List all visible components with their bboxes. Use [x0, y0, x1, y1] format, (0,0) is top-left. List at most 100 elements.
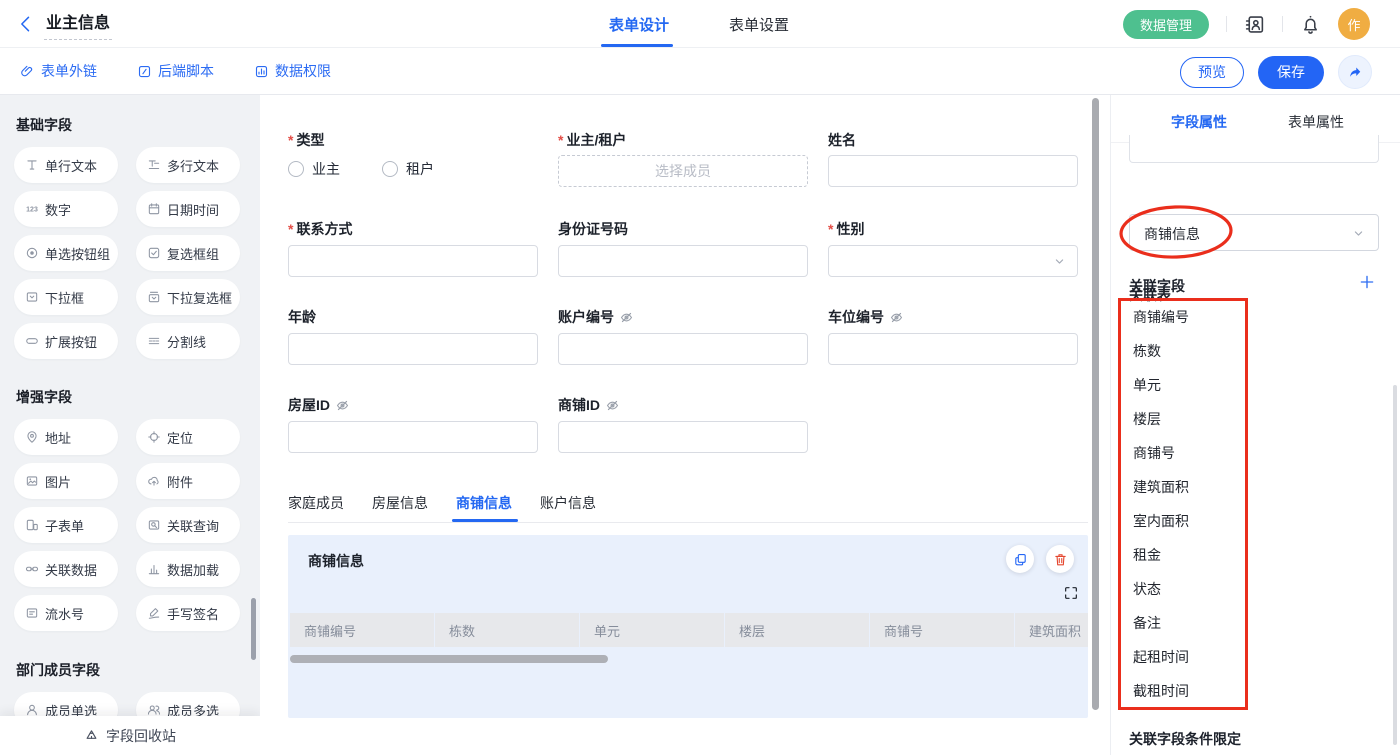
- linkdata-icon: [25, 562, 39, 576]
- related-field-item[interactable]: 栋数: [1133, 341, 1161, 361]
- palette-item-location[interactable]: 定位: [136, 419, 240, 455]
- save-button[interactable]: 保存: [1258, 56, 1324, 89]
- palette-item-multi-dropdown[interactable]: 下拉复选框: [136, 279, 240, 315]
- users-icon: [147, 703, 161, 717]
- field-shop-id[interactable]: 商铺ID: [558, 396, 808, 414]
- recycle-icon: [84, 728, 99, 743]
- related-field-item[interactable]: 备注: [1133, 613, 1161, 633]
- radio-dot: [288, 161, 304, 177]
- subform-horizontal-scrollbar[interactable]: [290, 655, 608, 663]
- related-field-item[interactable]: 楼层: [1133, 409, 1161, 429]
- properties-scrollbar[interactable]: [1393, 385, 1397, 745]
- field-age[interactable]: 年龄: [288, 308, 538, 326]
- back-icon[interactable]: [16, 14, 36, 34]
- related-field-item[interactable]: 租金: [1133, 545, 1161, 565]
- field-owner-tenant[interactable]: *业主/租户: [558, 131, 808, 149]
- section-title-enhanced-fields: 增强字段: [16, 387, 246, 407]
- scrolled-input-partial[interactable]: [1129, 135, 1379, 163]
- palette-item-address[interactable]: 地址: [14, 419, 118, 455]
- parking-no-input[interactable]: [828, 333, 1078, 365]
- field-gender[interactable]: *性别: [828, 220, 1078, 238]
- palette-item-data-load[interactable]: 数据加载: [136, 551, 240, 587]
- palette-item-number[interactable]: 数字: [14, 191, 118, 227]
- contact-book-icon[interactable]: [1244, 14, 1265, 35]
- palette-item-serial-number[interactable]: 流水号: [14, 595, 118, 631]
- radio-owner[interactable]: 业主: [288, 159, 340, 179]
- tab-form-design[interactable]: 表单设计: [609, 14, 669, 35]
- canvas-scrollbar[interactable]: [1092, 98, 1099, 710]
- palette-item-signature[interactable]: 手写签名: [136, 595, 240, 631]
- field-id-number[interactable]: 身份证号码: [558, 220, 808, 238]
- related-field-item[interactable]: 商铺号: [1133, 443, 1175, 463]
- avatar[interactable]: 作: [1338, 8, 1370, 40]
- age-input[interactable]: [288, 333, 538, 365]
- field-name[interactable]: 姓名: [828, 131, 1078, 149]
- account-no-input[interactable]: [558, 333, 808, 365]
- palette-item-extend-button[interactable]: 扩展按钮: [14, 323, 118, 359]
- field-account-no[interactable]: 账户编号: [558, 308, 808, 326]
- detail-tab-shop[interactable]: 商铺信息: [456, 493, 512, 513]
- palette-item-single-line-text[interactable]: 单行文本: [14, 147, 118, 183]
- house-id-input[interactable]: [288, 421, 538, 453]
- related-field-item[interactable]: 截租时间: [1133, 681, 1189, 701]
- backend-script-button[interactable]: 后端脚本: [137, 61, 214, 81]
- field-recycle-bin[interactable]: 字段回收站: [0, 716, 260, 755]
- page-title[interactable]: 业主信息: [44, 7, 112, 40]
- form-external-link-button[interactable]: 表单外链: [20, 61, 97, 81]
- column-header: 商铺号: [870, 613, 1014, 647]
- target-icon: [147, 430, 161, 444]
- detail-tab-family[interactable]: 家庭成员: [288, 493, 344, 513]
- radio-tenant[interactable]: 租户: [382, 159, 434, 179]
- shop-id-input[interactable]: [558, 421, 808, 453]
- expand-icon[interactable]: [1063, 585, 1079, 601]
- delete-subform-button[interactable]: [1046, 545, 1074, 573]
- palette-item-subform[interactable]: 子表单: [14, 507, 118, 543]
- preview-button[interactable]: 预览: [1180, 57, 1244, 88]
- form-designer-app: 业主信息 表单设计 表单设置 数据管理 作 表单外链 后端脚本 数据权限 预览 …: [0, 0, 1400, 755]
- field-parking-no[interactable]: 车位编号: [828, 308, 1078, 326]
- related-fields-label: 关联字段: [1129, 276, 1185, 296]
- member-picker[interactable]: 选择成员: [558, 155, 808, 187]
- related-field-item[interactable]: 室内面积: [1133, 511, 1189, 531]
- palette-item-dropdown[interactable]: 下拉框: [14, 279, 118, 315]
- related-field-item[interactable]: 起租时间: [1133, 647, 1189, 667]
- related-field-item[interactable]: 单元: [1133, 375, 1161, 395]
- palette-item-datetime[interactable]: 日期时间: [136, 191, 240, 227]
- tab-field-properties[interactable]: 字段属性: [1171, 112, 1227, 132]
- field-contact[interactable]: *联系方式: [288, 220, 538, 238]
- related-field-item[interactable]: 状态: [1133, 579, 1161, 599]
- name-input[interactable]: [828, 155, 1078, 187]
- palette-item-related-query[interactable]: 关联查询: [136, 507, 240, 543]
- eye-off-icon: [619, 310, 634, 325]
- add-related-field-icon[interactable]: [1358, 273, 1376, 291]
- divider-icon: [147, 334, 161, 348]
- id-number-input[interactable]: [558, 245, 808, 277]
- palette-item-image[interactable]: 图片: [14, 463, 118, 499]
- data-manage-button[interactable]: 数据管理: [1123, 10, 1209, 39]
- bell-icon[interactable]: [1300, 14, 1321, 35]
- palette-item-radio-group[interactable]: 单选按钮组: [14, 235, 118, 271]
- gender-select[interactable]: [828, 245, 1078, 277]
- copy-subform-button[interactable]: [1006, 545, 1034, 573]
- contact-input[interactable]: [288, 245, 538, 277]
- palette-item-multi-line-text[interactable]: 多行文本: [136, 147, 240, 183]
- related-field-item[interactable]: 建筑面积: [1133, 477, 1189, 497]
- related-table-select[interactable]: 商铺信息: [1129, 214, 1379, 251]
- subform-panel-shop-info[interactable]: 商铺信息 商铺编号 栋数 单元 楼层 商铺号 建筑面积: [288, 535, 1088, 718]
- data-permission-button[interactable]: 数据权限: [254, 61, 331, 81]
- column-header: 楼层: [725, 613, 869, 647]
- sidebar-scrollbar[interactable]: [251, 598, 256, 660]
- tab-form-properties[interactable]: 表单属性: [1288, 112, 1344, 132]
- tab-form-settings[interactable]: 表单设置: [729, 14, 789, 35]
- field-type[interactable]: *类型: [288, 131, 538, 149]
- share-button[interactable]: [1338, 55, 1372, 89]
- detail-tab-house[interactable]: 房屋信息: [372, 493, 428, 513]
- field-house-id[interactable]: 房屋ID: [288, 396, 538, 414]
- palette-item-related-data[interactable]: 关联数据: [14, 551, 118, 587]
- related-field-item[interactable]: 商铺编号: [1133, 307, 1189, 327]
- palette-item-attachment[interactable]: 附件: [136, 463, 240, 499]
- palette-item-checkbox-group[interactable]: 复选框组: [136, 235, 240, 271]
- detail-tab-account[interactable]: 账户信息: [540, 493, 596, 513]
- palette-item-divider[interactable]: 分割线: [136, 323, 240, 359]
- select-icon: [25, 290, 39, 304]
